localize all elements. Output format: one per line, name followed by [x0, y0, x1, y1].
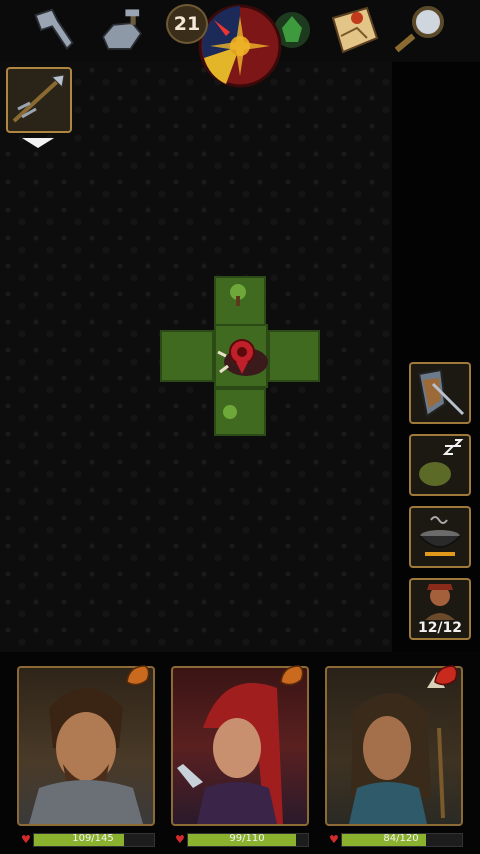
health-bar: ♥ 109/145 [17, 830, 155, 848]
food-status-icon [431, 662, 461, 688]
map-tile-north[interactable] [214, 276, 266, 328]
sleeping-goblin-icon [419, 439, 464, 486]
game-map[interactable] [0, 62, 392, 652]
food-status-icon [123, 662, 153, 688]
heart-icon: ♥ [329, 833, 339, 846]
map-tile-south[interactable] [214, 388, 266, 436]
turn-counter: 21 [166, 4, 208, 44]
equipped-weapon-slot[interactable] [6, 67, 72, 133]
shaman-portrait[interactable] [325, 666, 463, 826]
magnifier-icon[interactable] [390, 4, 450, 56]
rogue-portrait[interactable] [171, 666, 309, 826]
party-count-label: 12/12 [417, 620, 463, 636]
health-bar: ♥ 84/120 [325, 830, 463, 848]
top-bar: 21 [0, 0, 480, 88]
map-tile-west[interactable] [160, 330, 214, 382]
hero-card-warrior[interactable]: ♥ 109/145 [17, 665, 155, 854]
warrior-portrait[interactable] [17, 666, 155, 826]
hero-card-rogue[interactable]: ♥ 99/110 [171, 665, 309, 854]
map-tile-east[interactable] [268, 330, 320, 382]
heart-icon: ♥ [175, 833, 185, 846]
spear-icon [12, 74, 65, 123]
map-scroll-icon[interactable] [326, 4, 382, 56]
health-text: 99/110 [229, 833, 265, 844]
hero-card-shaman[interactable]: ♥ 84/120 [325, 665, 463, 854]
health-text: 84/120 [383, 833, 419, 844]
health-bar: ♥ 99/110 [171, 830, 309, 848]
shield-sword-icon [417, 368, 465, 418]
cauldron-icon [419, 516, 461, 556]
expand-arrow-icon[interactable] [22, 138, 54, 148]
defend-action-button[interactable] [409, 362, 471, 424]
heart-icon: ♥ [21, 833, 31, 846]
party-button[interactable]: 12/12 [409, 578, 471, 640]
health-text: 109/145 [72, 833, 114, 844]
map-tile-center[interactable] [214, 324, 268, 388]
day-night-compass-icon[interactable] [196, 2, 284, 90]
axe-icon[interactable] [30, 4, 78, 56]
cook-action-button[interactable] [409, 506, 471, 568]
food-status-icon [277, 662, 307, 688]
rest-action-button[interactable] [409, 434, 471, 496]
anvil-icon[interactable] [98, 4, 146, 56]
party-member-icon [425, 584, 455, 620]
